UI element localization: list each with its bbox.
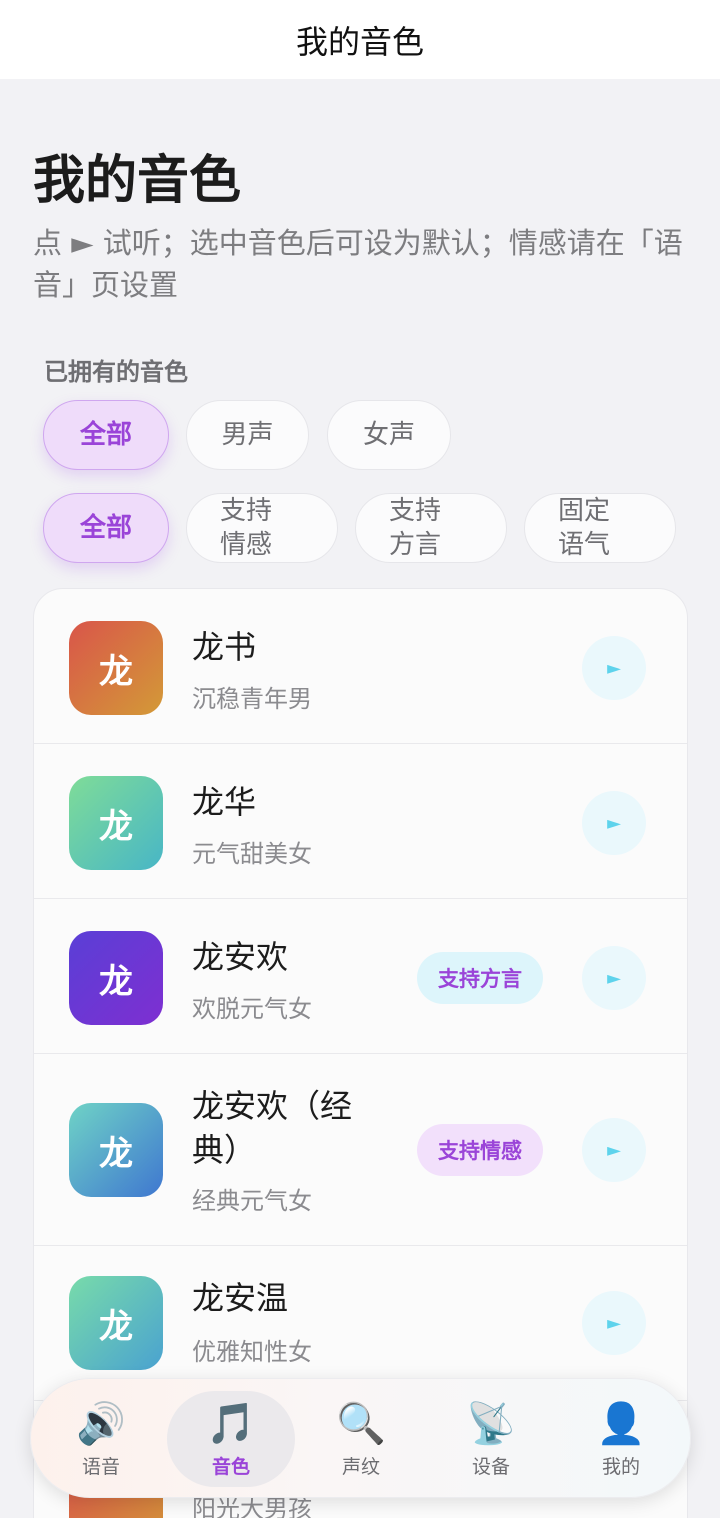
- voice-row[interactable]: 龙 龙安欢 欢脱元气女 支持方言 ►: [34, 899, 687, 1054]
- voice-avatar: 龙: [69, 776, 163, 870]
- voice-avatar: 龙: [69, 1276, 163, 1370]
- tab-label: 声纹: [341, 1455, 380, 1478]
- voice-row[interactable]: 龙 龙书 沉稳青年男 ►: [34, 589, 687, 744]
- filter-gender-female[interactable]: 女声: [327, 400, 451, 470]
- voice-description: 优雅知性女: [192, 1338, 312, 1366]
- voice-name: 龙安温: [192, 1279, 289, 1317]
- tab-profile[interactable]: 👤 我的: [557, 1391, 685, 1487]
- play-button[interactable]: ►: [582, 791, 646, 855]
- page-title: 我的音色: [33, 151, 242, 211]
- nav-title: 我的音色: [295, 22, 424, 61]
- filter-gender-all[interactable]: 全部: [43, 400, 169, 470]
- voice-name: 龙安欢: [192, 938, 289, 976]
- voice-description: 沉稳青年男: [192, 685, 312, 713]
- voice-description: 元气甜美女: [192, 840, 312, 868]
- voice-avatar: 龙: [69, 931, 163, 1025]
- filter-feature-emotion[interactable]: 支持情感: [186, 493, 338, 563]
- tab-voiceprint[interactable]: 🔍 声纹: [297, 1391, 425, 1487]
- filter-feature-fixed-tone[interactable]: 固定语气: [524, 493, 676, 563]
- tab-label: 我的: [601, 1455, 640, 1478]
- tab-voice[interactable]: 🔊 语音: [37, 1391, 165, 1487]
- voice-description: 欢脱元气女: [192, 995, 312, 1023]
- voice-avatar: 龙: [69, 1103, 163, 1197]
- user-icon: 👤: [596, 1400, 646, 1447]
- play-button[interactable]: ►: [582, 1291, 646, 1355]
- voice-name: 龙安欢（经典）: [192, 1087, 353, 1169]
- filter-feature-dialect[interactable]: 支持方言: [355, 493, 507, 563]
- nav-bar: 我的音色: [0, 0, 720, 79]
- owned-voices-label: 已拥有的音色: [44, 358, 188, 386]
- dialect-support-badge: 支持方言: [417, 952, 543, 1004]
- tab-label: 设备: [471, 1455, 510, 1478]
- tab-label: 音色: [211, 1455, 250, 1478]
- play-button[interactable]: ►: [582, 636, 646, 700]
- filter-feature-all[interactable]: 全部: [43, 493, 169, 563]
- satellite-dish-icon: 📡: [466, 1400, 516, 1447]
- voice-description: 经典元气女: [192, 1187, 312, 1215]
- page-description: 点 ► 试听；选中音色后可设为默认；情感请在「语音」页设置: [33, 226, 683, 302]
- voice-name: 龙书: [192, 628, 257, 666]
- tab-label: 语音: [81, 1455, 120, 1478]
- voice-row[interactable]: 龙 龙华 元气甜美女 ►: [34, 744, 687, 899]
- tab-device[interactable]: 📡 设备: [427, 1391, 555, 1487]
- magnifier-icon: 🔍: [336, 1400, 386, 1447]
- emotion-support-badge: 支持情感: [417, 1124, 543, 1176]
- voice-avatar: 龙: [69, 621, 163, 715]
- tab-timbre[interactable]: 🎵 音色: [167, 1391, 295, 1487]
- play-button[interactable]: ►: [582, 946, 646, 1010]
- voice-row[interactable]: 龙 龙安欢（经典） 经典元气女 支持情感 ►: [34, 1054, 687, 1246]
- filter-gender-male[interactable]: 男声: [186, 400, 309, 470]
- bottom-tab-bar: 🔊 语音 🎵 音色 🔍 声纹 📡 设备 👤 我的: [30, 1378, 691, 1498]
- voice-name: 龙华: [192, 783, 257, 821]
- music-note-icon: 🎵: [206, 1400, 256, 1447]
- play-button[interactable]: ►: [582, 1118, 646, 1182]
- speaker-icon: 🔊: [76, 1400, 126, 1447]
